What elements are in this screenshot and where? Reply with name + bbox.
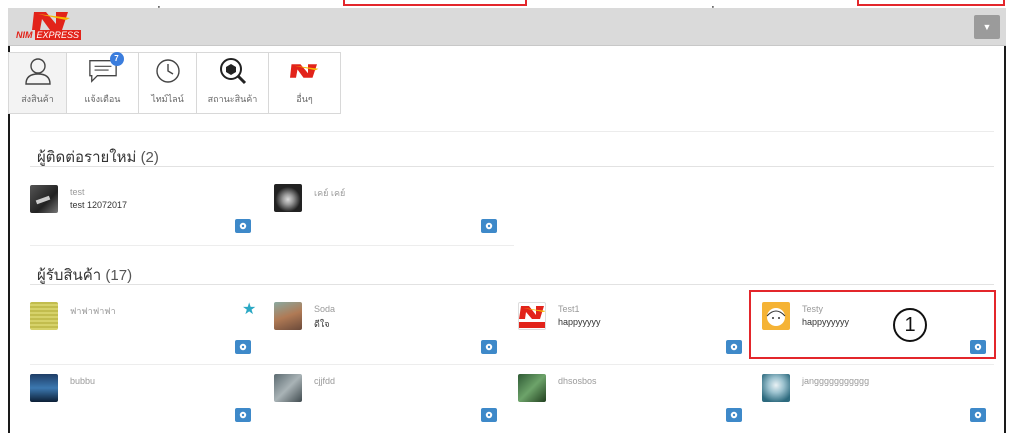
avatar (30, 185, 58, 213)
receiver-card[interactable]: Soda ดีใจ (274, 302, 500, 362)
contact-card[interactable]: เคย์ เคย์ (274, 184, 500, 244)
nim-logo-icon (289, 56, 320, 86)
avatar (518, 374, 546, 402)
chat-icon: 7 (88, 52, 124, 86)
row-divider (30, 245, 514, 246)
tab-send-goods[interactable]: ส่งสินค้า (9, 53, 67, 113)
gear-icon (730, 411, 738, 419)
top-cropped-strip: ฺ ฺ (0, 0, 1010, 8)
clock-icon (153, 56, 183, 86)
caret-down-icon: ▼ (982, 22, 992, 32)
cropped-red-box (857, 0, 1005, 6)
row-divider (30, 364, 994, 365)
tab-notifications[interactable]: 7 แจ้งเตือน (67, 52, 139, 113)
gear-icon (239, 222, 247, 230)
avatar (518, 302, 546, 330)
logo-wordmark: NIM EXPRESS (16, 30, 82, 40)
header-menu-button[interactable]: ▼ (974, 15, 1000, 39)
toolbar-divider (30, 131, 994, 132)
tab-more[interactable]: อื่นๆ (269, 53, 341, 113)
settings-button[interactable] (481, 219, 497, 233)
avatar (762, 374, 790, 402)
gear-icon (239, 411, 247, 419)
app-header: NIM EXPRESS ▼ (8, 8, 1006, 46)
receiver-card[interactable]: Test1 happyyyyy (518, 302, 744, 362)
section-rule (30, 284, 994, 285)
avatar (274, 184, 302, 212)
settings-button[interactable] (481, 408, 497, 422)
notification-badge: 7 (109, 52, 124, 66)
gear-icon (485, 411, 493, 419)
settings-button[interactable] (235, 408, 251, 422)
contact-card[interactable]: test test 12072017 (30, 185, 256, 245)
settings-button[interactable] (726, 340, 742, 354)
annotation-number: 1 (893, 308, 927, 342)
receiver-card[interactable]: ฟาฟาฟาฟา (30, 302, 256, 362)
nim-express-logo[interactable]: NIM EXPRESS (12, 10, 96, 44)
settings-button[interactable] (726, 408, 742, 422)
gear-icon (239, 343, 247, 351)
avatar (274, 374, 302, 402)
star-icon[interactable]: ★ (242, 302, 256, 318)
gear-icon (974, 411, 982, 419)
section-rule (30, 166, 994, 167)
receiver-card[interactable]: bubbu (30, 374, 256, 433)
receiver-card[interactable]: dhsosbos (518, 374, 744, 433)
nim-logo-icon (519, 306, 545, 328)
gear-icon (485, 222, 493, 230)
cropped-red-box (343, 0, 527, 6)
receiver-card[interactable]: janggggggggggg (762, 374, 988, 433)
gear-icon (485, 343, 493, 351)
settings-button[interactable] (235, 219, 251, 233)
user-icon (23, 56, 53, 86)
receiver-card[interactable]: cjjfdd (274, 374, 500, 433)
avatar (30, 302, 58, 330)
tab-goods-status[interactable]: สถานะสินค้า (197, 53, 269, 113)
settings-button[interactable] (481, 340, 497, 354)
main-tabs: ส่งสินค้า 7 แจ้งเตือน ไทม์ไลน์ สถานะสินค… (8, 52, 341, 114)
gear-icon (730, 343, 738, 351)
avatar (274, 302, 302, 330)
tab-timeline[interactable]: ไทม์ไลน์ (139, 53, 197, 113)
settings-button[interactable] (235, 340, 251, 354)
box-search-icon (218, 56, 248, 86)
avatar (30, 374, 58, 402)
settings-button[interactable] (970, 408, 986, 422)
nim-logo-icon (32, 12, 70, 30)
annotation-highlight-box (749, 290, 996, 359)
